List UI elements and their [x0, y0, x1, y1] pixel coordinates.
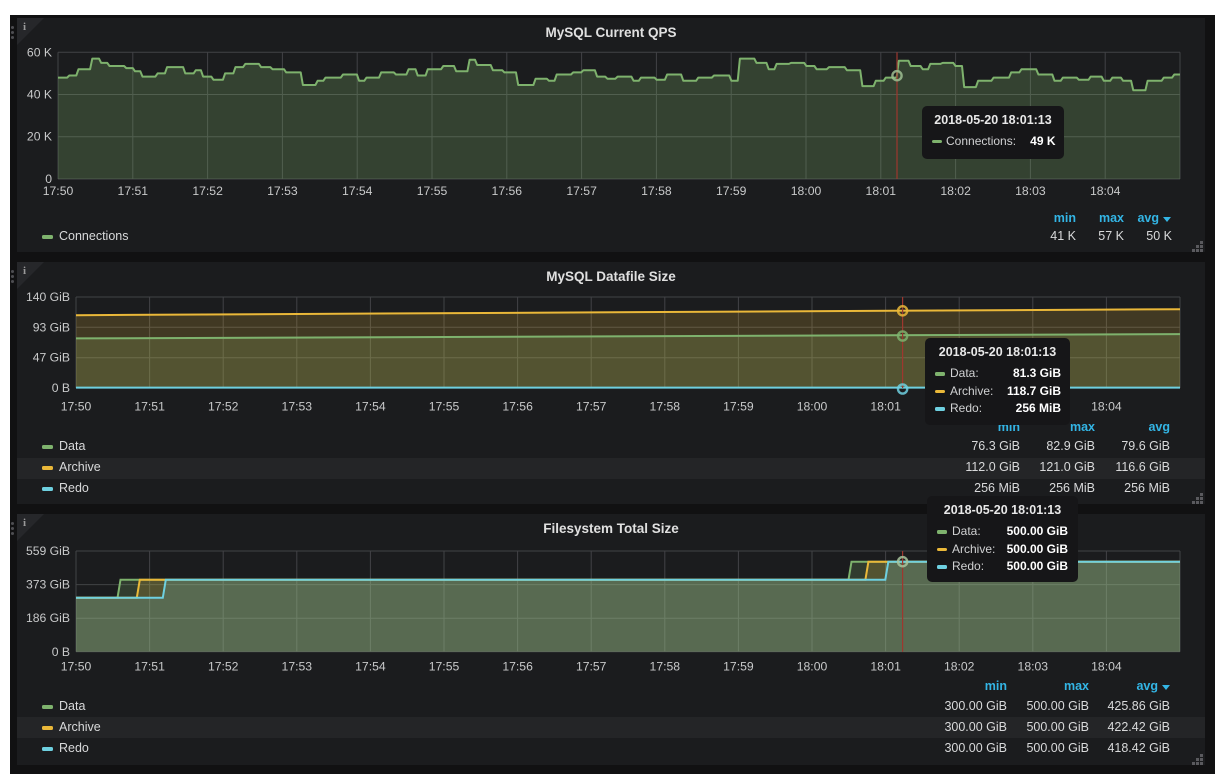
svg-text:17:55: 17:55 — [429, 400, 460, 414]
svg-text:17:56: 17:56 — [492, 184, 523, 198]
svg-text:0 B: 0 B — [52, 645, 70, 659]
svg-text:40 K: 40 K — [27, 88, 52, 102]
svg-text:559 GiB: 559 GiB — [26, 544, 70, 558]
svg-text:17:56: 17:56 — [502, 400, 533, 414]
svg-text:18:03: 18:03 — [1018, 660, 1049, 674]
svg-text:17:57: 17:57 — [566, 184, 597, 198]
svg-text:17:55: 17:55 — [417, 184, 448, 198]
svg-text:17:55: 17:55 — [429, 660, 460, 674]
svg-text:17:51: 17:51 — [118, 184, 149, 198]
svg-text:17:58: 17:58 — [641, 184, 672, 198]
svg-text:18:01: 18:01 — [870, 660, 901, 674]
svg-text:17:52: 17:52 — [208, 400, 239, 414]
svg-text:17:53: 17:53 — [282, 400, 313, 414]
svg-text:18:00: 18:00 — [791, 184, 822, 198]
svg-text:18:04: 18:04 — [1090, 184, 1121, 198]
svg-text:17:52: 17:52 — [192, 184, 223, 198]
svg-text:18:00: 18:00 — [797, 400, 828, 414]
svg-text:18:01: 18:01 — [866, 184, 897, 198]
svg-text:0 B: 0 B — [52, 381, 70, 395]
svg-text:47 GiB: 47 GiB — [33, 351, 70, 365]
svg-text:17:54: 17:54 — [342, 184, 373, 198]
svg-text:17:59: 17:59 — [723, 400, 754, 414]
svg-text:17:51: 17:51 — [134, 400, 165, 414]
svg-text:373 GiB: 373 GiB — [26, 578, 70, 592]
svg-text:17:53: 17:53 — [267, 184, 298, 198]
svg-text:186 GiB: 186 GiB — [26, 611, 70, 625]
svg-text:18:03: 18:03 — [1015, 184, 1046, 198]
svg-text:17:54: 17:54 — [355, 660, 386, 674]
svg-text:17:52: 17:52 — [208, 660, 239, 674]
svg-text:17:58: 17:58 — [650, 400, 681, 414]
svg-text:17:54: 17:54 — [355, 400, 386, 414]
svg-text:20 K: 20 K — [27, 130, 52, 144]
svg-text:18:01: 18:01 — [870, 400, 901, 414]
svg-text:60 K: 60 K — [27, 45, 52, 59]
svg-text:17:59: 17:59 — [716, 184, 747, 198]
svg-text:18:00: 18:00 — [797, 660, 828, 674]
svg-text:17:57: 17:57 — [576, 660, 607, 674]
svg-text:17:59: 17:59 — [723, 660, 754, 674]
svg-text:17:57: 17:57 — [576, 400, 607, 414]
svg-text:17:56: 17:56 — [502, 660, 533, 674]
svg-text:17:50: 17:50 — [43, 184, 74, 198]
svg-text:17:51: 17:51 — [134, 660, 165, 674]
svg-text:17:50: 17:50 — [61, 660, 92, 674]
svg-text:17:50: 17:50 — [61, 400, 92, 414]
svg-text:17:53: 17:53 — [282, 660, 313, 674]
svg-text:17:58: 17:58 — [650, 660, 681, 674]
svg-text:93 GiB: 93 GiB — [33, 320, 70, 334]
svg-text:18:02: 18:02 — [944, 660, 975, 674]
svg-text:18:04: 18:04 — [1091, 660, 1122, 674]
svg-text:18:04: 18:04 — [1091, 400, 1122, 414]
svg-text:18:02: 18:02 — [940, 184, 971, 198]
svg-text:140 GiB: 140 GiB — [26, 290, 70, 304]
